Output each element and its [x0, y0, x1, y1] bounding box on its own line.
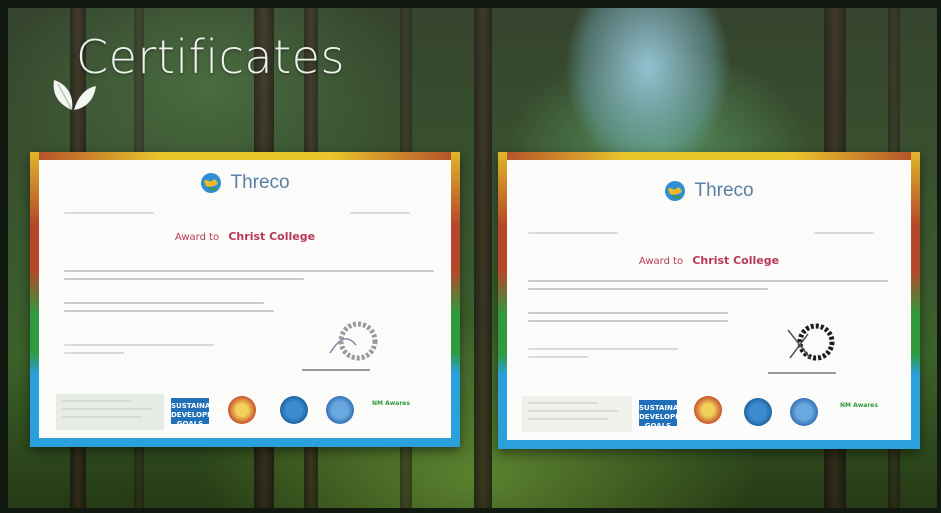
brand-header: Threco: [30, 172, 460, 194]
sdg-logo: SUSTAINABLE DEVELOPMENT GOALS: [639, 400, 697, 430]
recipient-name: Christ College: [692, 254, 780, 267]
page-title: Certificates: [76, 30, 345, 84]
wave-logo: [790, 398, 818, 426]
award-line: Award to Christ College: [30, 230, 460, 243]
ocean-logo: [280, 396, 308, 424]
brand-name: Threco: [230, 172, 290, 193]
sdg-logo: SUSTAINABLE DEVELOPMENT GOALS: [171, 398, 229, 428]
mission-logo: NM Awares: [840, 402, 878, 409]
globe-icon: [665, 181, 686, 201]
award-prefix: Award to: [638, 256, 684, 267]
brand-name: Threco: [694, 180, 754, 201]
leaf-logo-icon: [53, 80, 96, 111]
brand-header: Threco: [498, 180, 920, 202]
ocean-logo: [744, 398, 772, 426]
emblem-logo: [228, 396, 256, 424]
recipient-name: Christ College: [228, 230, 316, 243]
signature-seal-icon: [787, 323, 835, 361]
emblem-logo: [694, 396, 722, 424]
signature-seal-icon: [329, 321, 378, 361]
mission-logo: NM Awares: [372, 400, 410, 407]
certificate-card[interactable]: Threco Award to Christ College SUSTAINAB…: [30, 152, 460, 447]
certificate-card[interactable]: Threco Award to Christ College SUSTAINAB…: [498, 152, 920, 449]
award-prefix: Award to: [174, 232, 220, 243]
award-line: Award to Christ College: [498, 254, 920, 267]
wave-logo: [326, 396, 354, 424]
globe-icon: [201, 173, 222, 193]
